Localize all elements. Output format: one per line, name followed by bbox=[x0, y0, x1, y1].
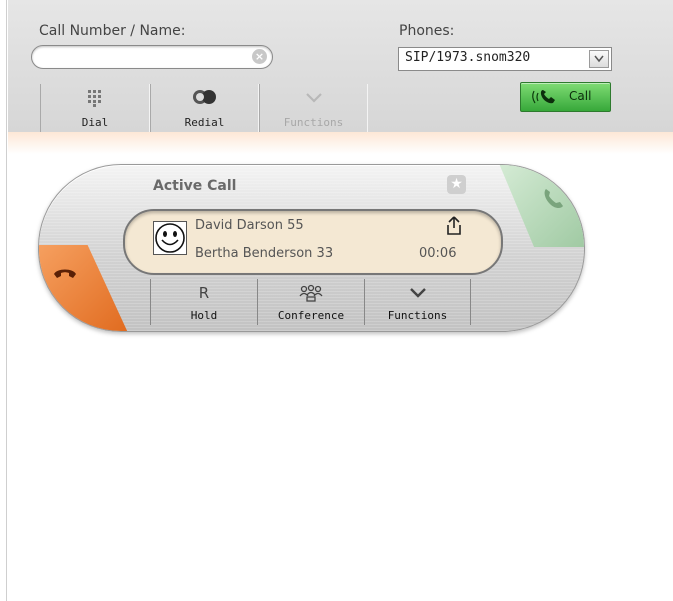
chevron-down-icon[interactable] bbox=[589, 50, 609, 68]
call-number-label: Call Number / Name: bbox=[39, 23, 186, 39]
callee-name: Bertha Benderson 33 bbox=[195, 246, 334, 261]
caller-name: David Darson 55 bbox=[195, 218, 304, 233]
redial-icon bbox=[192, 89, 218, 109]
hangup-icon bbox=[54, 269, 76, 278]
left-border bbox=[0, 0, 7, 601]
star-icon[interactable]: ★ bbox=[447, 175, 466, 194]
phone-icon bbox=[529, 87, 565, 111]
hold-label: Hold bbox=[190, 309, 218, 322]
transfer-icon[interactable] bbox=[445, 216, 463, 236]
phone-select-value: SIP/1973.snom320 bbox=[405, 50, 531, 65]
chevron-down-icon bbox=[409, 284, 427, 303]
phone-select[interactable]: SIP/1973.snom320 bbox=[398, 47, 612, 71]
redial-label: Redial bbox=[184, 116, 225, 129]
toolbar-shadow bbox=[8, 132, 673, 154]
smiley-avatar-icon bbox=[153, 221, 187, 255]
dial-label: Dial bbox=[81, 116, 109, 129]
active-call-title: Active Call bbox=[153, 178, 237, 194]
call-toolbar: Call Number / Name: Phones: × SIP/1973.s… bbox=[8, 0, 673, 133]
clear-icon[interactable]: × bbox=[252, 49, 267, 64]
answer-icon bbox=[544, 189, 563, 209]
conference-icon bbox=[299, 284, 323, 306]
hold-icon: R bbox=[198, 284, 210, 302]
call-number-field[interactable]: × bbox=[31, 45, 273, 69]
keypad-icon bbox=[87, 89, 103, 111]
functions-label: Functions bbox=[283, 116, 344, 129]
call-button[interactable]: Call bbox=[520, 82, 611, 112]
call-label: Call bbox=[569, 89, 592, 103]
dial-button[interactable]: Dial bbox=[40, 84, 150, 132]
phones-label: Phones: bbox=[399, 23, 455, 39]
chevron-down-icon bbox=[305, 89, 323, 108]
call-number-input[interactable] bbox=[42, 48, 246, 66]
call-info-panel: David Darson 55 Bertha Benderson 33 00:0… bbox=[123, 209, 503, 275]
conference-button[interactable]: Conference bbox=[257, 279, 364, 325]
hold-button[interactable]: R Hold bbox=[150, 279, 257, 325]
call-functions-label: Functions bbox=[387, 309, 448, 322]
active-call-panel: Active Call ★ David Darson 55 Bertha Ben… bbox=[38, 164, 585, 332]
redial-button[interactable]: Redial bbox=[150, 84, 259, 132]
call-duration: 00:06 bbox=[419, 246, 457, 261]
conference-label: Conference bbox=[277, 309, 345, 322]
call-functions-button[interactable]: Functions bbox=[364, 279, 471, 325]
functions-button[interactable]: Functions bbox=[259, 84, 368, 132]
